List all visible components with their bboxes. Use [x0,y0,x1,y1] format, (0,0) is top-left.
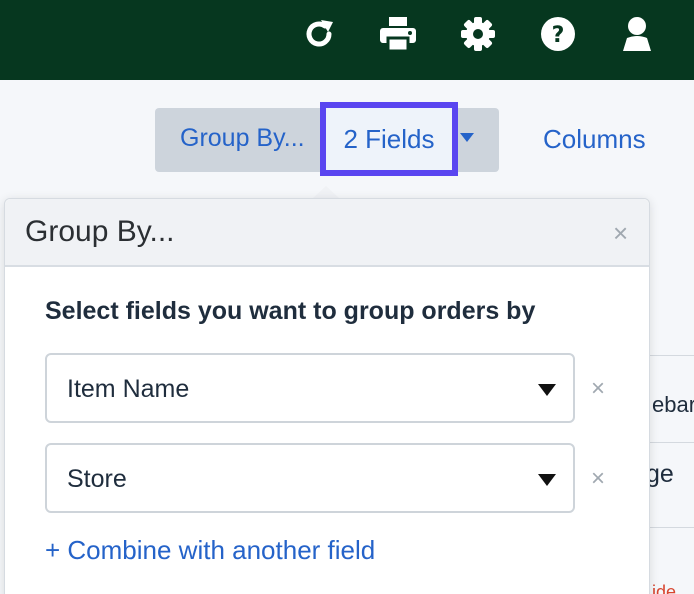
fields-count-label: 2 Fields [343,123,435,154]
combine-field-link[interactable]: + Combine with another field [45,535,375,566]
popover-title: Group By... [25,215,175,248]
user-icon[interactable] [618,14,656,54]
caret-down-icon [538,384,556,396]
fields-count-badge[interactable]: 2 Fields [320,102,458,176]
help-icon[interactable]: ? [539,14,577,54]
table-cell: ge [646,460,674,488]
select-value: Store [67,465,127,493]
refresh-icon[interactable] [300,14,338,54]
select-value: Item Name [67,375,190,403]
table-cell: ebar [652,392,694,417]
print-icon[interactable] [379,14,417,54]
group-by-instruction: Select fields you want to group orders b… [45,297,536,325]
table-row-divider [650,442,694,443]
columns-button[interactable]: Columns [543,124,646,155]
table-cell: ide [652,582,677,594]
remove-field-2-button[interactable]: × [591,465,605,493]
table-row-divider [650,527,694,528]
table-row-divider [650,355,694,356]
group-field-select-1[interactable]: Item Name [45,353,575,423]
svg-text:?: ? [552,23,565,48]
popover-header: Group By... × [5,199,649,267]
top-navigation-bar: ? [0,0,694,80]
caret-down-icon [538,474,556,486]
group-by-label[interactable]: Group By... [180,124,305,153]
remove-field-1-button[interactable]: × [591,375,605,403]
close-icon[interactable]: × [613,219,628,247]
gear-icon[interactable] [459,14,497,54]
group-by-popover: Group By... × Select fields you want to … [4,198,650,594]
group-by-dropdown-toggle[interactable] [458,128,476,146]
group-field-select-2[interactable]: Store [45,443,575,513]
caret-down-icon [460,133,474,142]
